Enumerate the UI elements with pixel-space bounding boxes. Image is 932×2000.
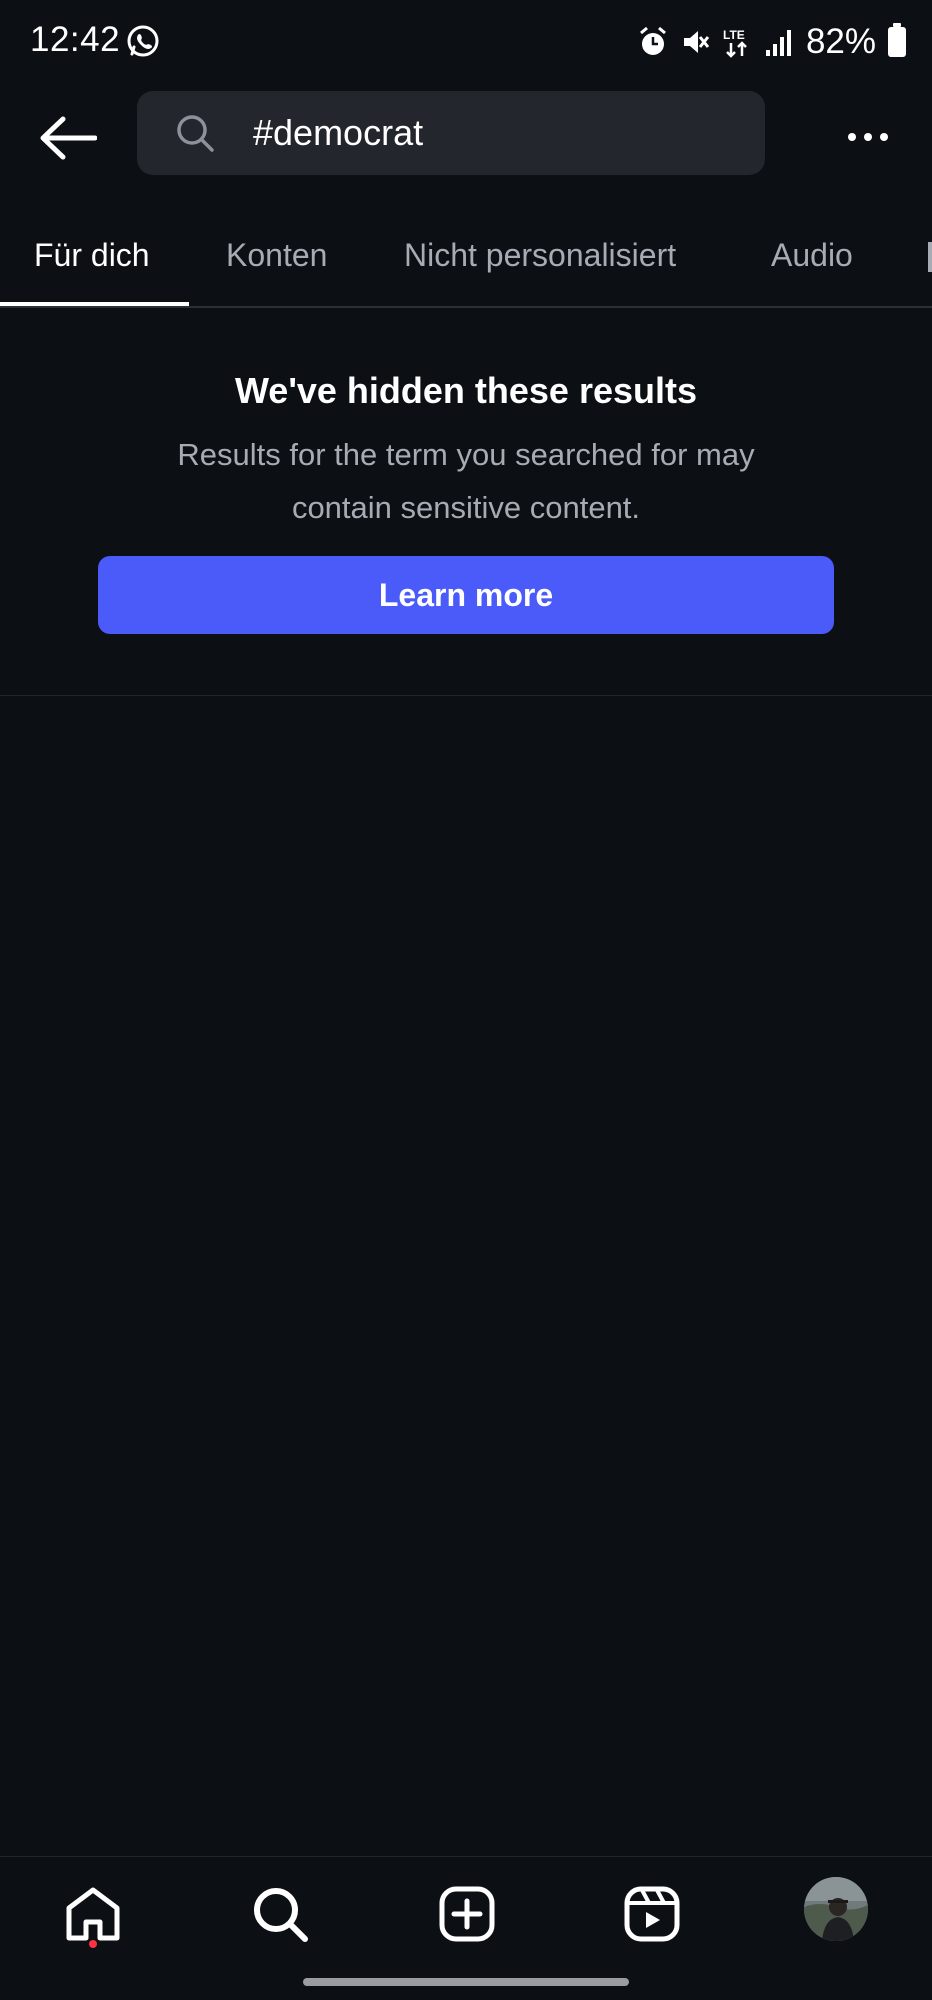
search-icon — [254, 1888, 308, 1942]
gesture-bar — [303, 1978, 629, 1986]
avatar-image — [804, 1877, 868, 1941]
reels-icon — [624, 1886, 680, 1942]
tab-nicht-personalisiert[interactable]: Nicht personalisiert — [404, 220, 676, 306]
signal-icon — [765, 30, 791, 56]
search-icon — [177, 115, 214, 152]
create-icon — [439, 1886, 495, 1942]
tab-konten[interactable]: Konten — [226, 220, 327, 306]
status-right: LTE 82% — [638, 20, 906, 64]
profile-avatar[interactable] — [804, 1877, 868, 1941]
nav-search[interactable] — [245, 1879, 315, 1949]
nav-reels[interactable] — [617, 1879, 687, 1949]
notice-title: We've hidden these results — [234, 370, 698, 411]
battery-icon — [888, 23, 906, 57]
whatsapp-icon — [127, 25, 159, 57]
search-input[interactable]: #democrat — [137, 91, 765, 175]
tab-partial[interactable] — [928, 242, 932, 272]
more-options-button[interactable] — [840, 112, 896, 162]
nav-create[interactable] — [432, 1879, 502, 1949]
tab-fur-dich[interactable]: Für dich — [34, 220, 150, 306]
svg-text:LTE: LTE — [723, 28, 745, 42]
active-tab-indicator — [0, 302, 189, 306]
home-notification-dot — [89, 1940, 97, 1948]
learn-more-button[interactable]: Learn more — [98, 556, 834, 634]
search-header: #democrat — [0, 84, 932, 194]
alarm-icon — [639, 26, 666, 55]
status-time: 12:42 — [30, 20, 121, 59]
more-dot-icon — [880, 133, 888, 141]
notice-body: Results for the term you searched for ma… — [177, 437, 755, 525]
more-dot-icon — [848, 133, 856, 141]
search-query: #democrat — [253, 112, 424, 153]
status-bar: 12:42 LTE 82% — [0, 0, 932, 84]
arrow-left-icon — [40, 116, 97, 160]
more-dot-icon — [864, 133, 872, 141]
hidden-results-notice: We've hidden these results Results for t… — [0, 308, 932, 696]
back-button[interactable] — [38, 110, 98, 166]
lte-icon: LTE — [723, 28, 747, 58]
mute-icon — [683, 31, 710, 53]
search-tabs: Für dich Konten Nicht personalisiert Aud… — [0, 220, 932, 308]
tab-audio[interactable]: Audio — [771, 220, 853, 306]
battery-percentage: 82% — [805, 22, 876, 61]
home-icon — [66, 1887, 120, 1941]
nav-home[interactable] — [58, 1879, 128, 1949]
